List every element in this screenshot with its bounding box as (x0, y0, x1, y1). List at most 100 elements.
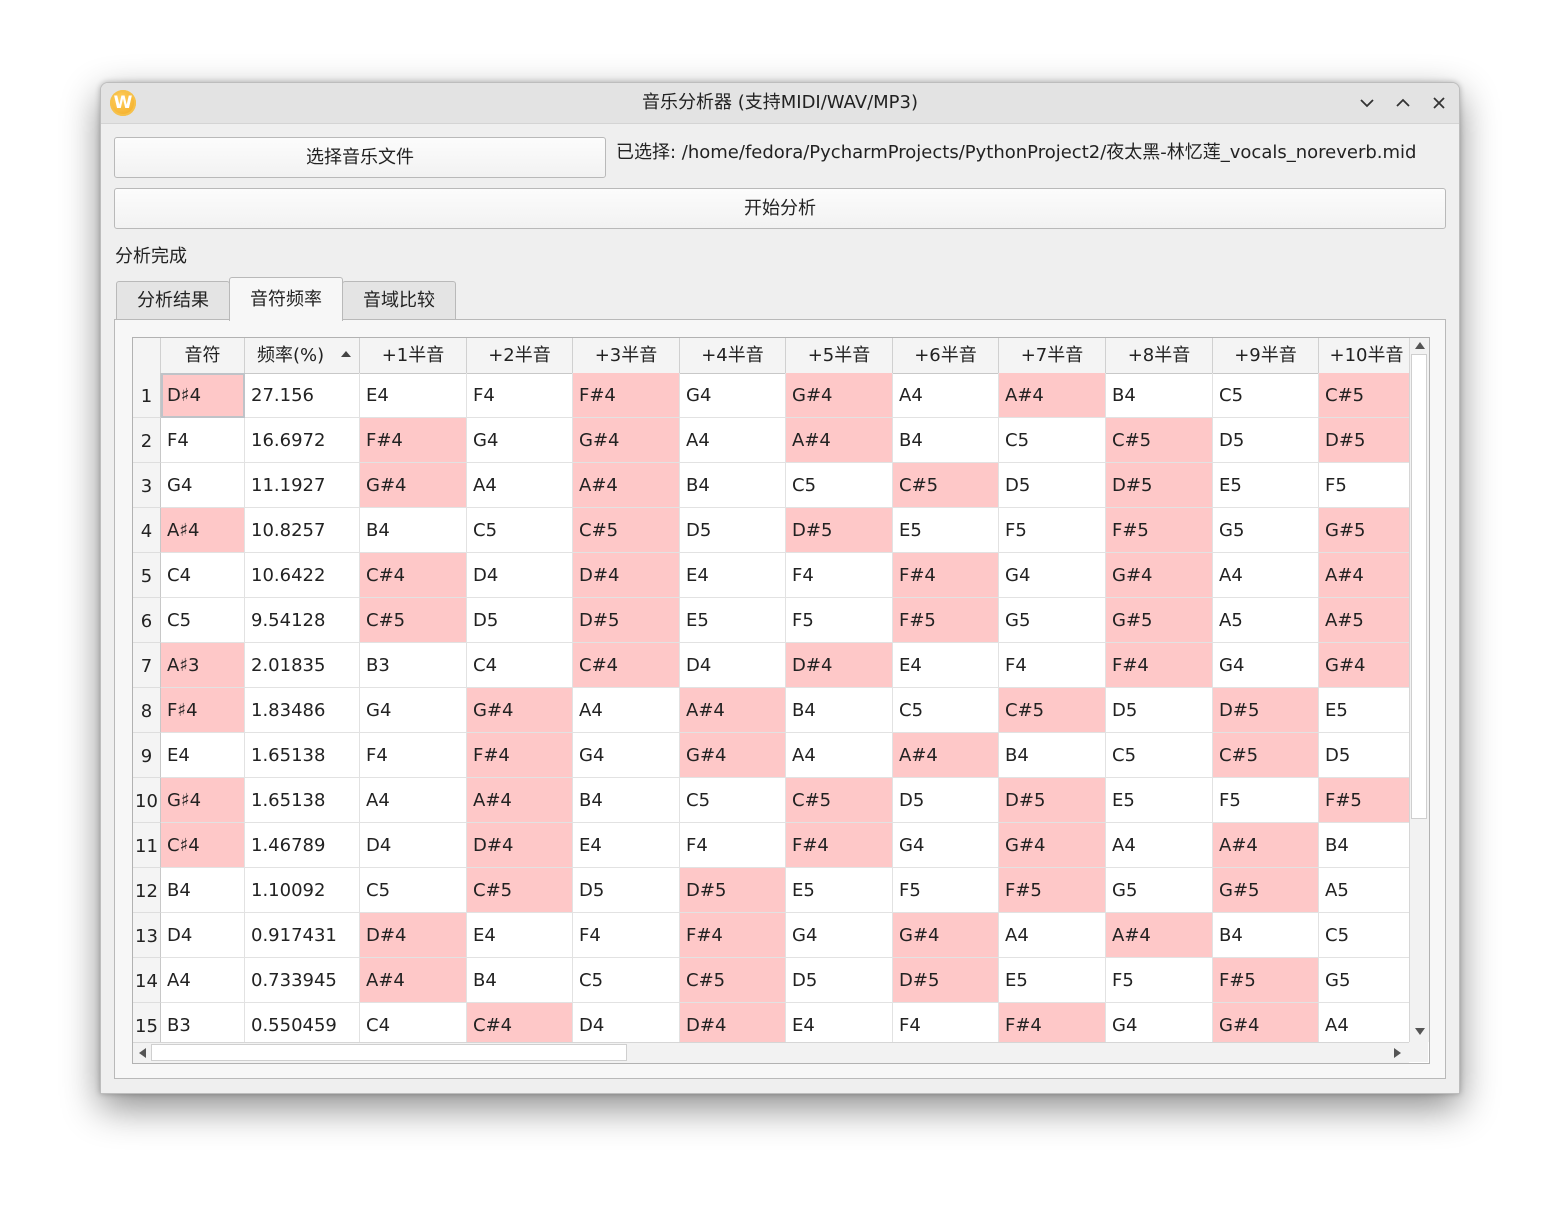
row-header[interactable]: 10 (133, 778, 161, 823)
note-cell[interactable]: D4 (161, 913, 245, 958)
transposed-note-cell[interactable]: D#4 (360, 913, 467, 958)
select-file-button[interactable]: 选择音乐文件 (114, 137, 606, 178)
tab-range-compare[interactable]: 音域比较 (342, 281, 456, 319)
scroll-down-arrow-icon[interactable] (1415, 1028, 1425, 1035)
transposed-note-cell[interactable]: D4 (467, 553, 573, 598)
frequency-cell[interactable]: 10.8257 (245, 508, 360, 553)
column-header[interactable]: +7半音 (999, 338, 1106, 373)
maximize-button[interactable] (1391, 91, 1415, 115)
scroll-up-arrow-icon[interactable] (1415, 342, 1425, 349)
transposed-note-cell[interactable]: D#5 (1319, 418, 1415, 463)
transposed-note-cell[interactable]: G4 (680, 373, 786, 418)
transposed-note-cell[interactable]: C5 (360, 868, 467, 913)
transposed-note-cell[interactable]: E5 (1319, 688, 1415, 733)
transposed-note-cell[interactable]: C5 (467, 508, 573, 553)
transposed-note-cell[interactable]: F4 (999, 643, 1106, 688)
transposed-note-cell[interactable]: D5 (893, 778, 999, 823)
transposed-note-cell[interactable]: B4 (999, 733, 1106, 778)
transposed-note-cell[interactable]: B4 (893, 418, 999, 463)
transposed-note-cell[interactable]: C#5 (1319, 373, 1415, 418)
frequency-cell[interactable]: 0.733945 (245, 958, 360, 1003)
transposed-note-cell[interactable]: E5 (1106, 778, 1213, 823)
row-header[interactable]: 12 (133, 868, 161, 913)
frequency-cell[interactable]: 27.156 (245, 373, 360, 418)
frequency-cell[interactable]: 1.10092 (245, 868, 360, 913)
row-header[interactable]: 2 (133, 418, 161, 463)
frequency-cell[interactable]: 0.917431 (245, 913, 360, 958)
horizontal-scrollbar[interactable] (133, 1042, 1409, 1063)
transposed-note-cell[interactable]: A4 (893, 373, 999, 418)
transposed-note-cell[interactable]: C#4 (573, 643, 680, 688)
transposed-note-cell[interactable]: C5 (786, 463, 893, 508)
transposed-note-cell[interactable]: F4 (680, 823, 786, 868)
row-header[interactable]: 14 (133, 958, 161, 1003)
transposed-note-cell[interactable]: D5 (680, 508, 786, 553)
frequency-table[interactable]: 音符 频率(%) +1半音 +2半音 +3半音 +4半音 +5半音 +6半音 +7半音 +8半音 +… (132, 337, 1430, 1064)
transposed-note-cell[interactable]: D#4 (573, 553, 680, 598)
column-header[interactable]: +8半音 (1106, 338, 1213, 373)
column-header[interactable]: +5半音 (786, 338, 893, 373)
transposed-note-cell[interactable]: F#4 (1106, 643, 1213, 688)
transposed-note-cell[interactable]: D5 (999, 463, 1106, 508)
transposed-note-cell[interactable]: G#5 (1319, 508, 1415, 553)
transposed-note-cell[interactable]: A#4 (573, 463, 680, 508)
transposed-note-cell[interactable]: E4 (680, 553, 786, 598)
transposed-note-cell[interactable]: F#4 (893, 553, 999, 598)
row-header[interactable]: 6 (133, 598, 161, 643)
transposed-note-cell[interactable]: G4 (999, 553, 1106, 598)
note-cell[interactable]: F4 (161, 418, 245, 463)
transposed-note-cell[interactable]: A#4 (680, 688, 786, 733)
transposed-note-cell[interactable]: C5 (1319, 913, 1415, 958)
transposed-note-cell[interactable]: B4 (1106, 373, 1213, 418)
close-button[interactable] (1427, 91, 1451, 115)
frequency-cell[interactable]: 9.54128 (245, 598, 360, 643)
note-cell[interactable]: D♯4 (161, 373, 245, 418)
transposed-note-cell[interactable]: D#5 (893, 958, 999, 1003)
note-cell[interactable]: F♯4 (161, 688, 245, 733)
vertical-scroll-thumb[interactable] (1411, 354, 1427, 819)
tab-note-frequency[interactable]: 音符频率 (229, 277, 343, 321)
column-header[interactable]: +2半音 (467, 338, 573, 373)
transposed-note-cell[interactable]: G4 (360, 688, 467, 733)
transposed-note-cell[interactable]: D5 (1213, 418, 1319, 463)
frequency-cell[interactable]: 16.6972 (245, 418, 360, 463)
transposed-note-cell[interactable]: D5 (1106, 688, 1213, 733)
transposed-note-cell[interactable]: G4 (467, 418, 573, 463)
tab-analysis-results[interactable]: 分析结果 (116, 281, 230, 319)
column-header[interactable]: 频率(%) (245, 338, 360, 373)
transposed-note-cell[interactable]: A4 (467, 463, 573, 508)
transposed-note-cell[interactable]: F#5 (999, 868, 1106, 913)
note-cell[interactable]: G♯4 (161, 778, 245, 823)
transposed-note-cell[interactable]: G#5 (1106, 598, 1213, 643)
transposed-note-cell[interactable]: G#4 (573, 418, 680, 463)
transposed-note-cell[interactable]: D#5 (1106, 463, 1213, 508)
transposed-note-cell[interactable]: C#4 (360, 553, 467, 598)
frequency-cell[interactable]: 1.65138 (245, 733, 360, 778)
start-analysis-button[interactable]: 开始分析 (114, 188, 1446, 229)
transposed-note-cell[interactable]: F#5 (893, 598, 999, 643)
transposed-note-cell[interactable]: G#4 (893, 913, 999, 958)
note-cell[interactable]: A♯4 (161, 508, 245, 553)
transposed-note-cell[interactable]: F#4 (360, 418, 467, 463)
transposed-note-cell[interactable]: A#4 (999, 373, 1106, 418)
transposed-note-cell[interactable]: F5 (1213, 778, 1319, 823)
transposed-note-cell[interactable]: B4 (1319, 823, 1415, 868)
transposed-note-cell[interactable]: F4 (360, 733, 467, 778)
transposed-note-cell[interactable]: D5 (1319, 733, 1415, 778)
transposed-note-cell[interactable]: F5 (786, 598, 893, 643)
row-header[interactable]: 5 (133, 553, 161, 598)
transposed-note-cell[interactable]: F5 (1106, 958, 1213, 1003)
transposed-note-cell[interactable]: G5 (1106, 868, 1213, 913)
transposed-note-cell[interactable]: G#4 (1106, 553, 1213, 598)
transposed-note-cell[interactable]: G#4 (1319, 643, 1415, 688)
row-header[interactable]: 1 (133, 373, 161, 418)
transposed-note-cell[interactable]: A#4 (360, 958, 467, 1003)
note-cell[interactable]: G4 (161, 463, 245, 508)
vertical-scrollbar[interactable] (1409, 338, 1429, 1042)
transposed-note-cell[interactable]: F4 (573, 913, 680, 958)
transposed-note-cell[interactable]: A#4 (1106, 913, 1213, 958)
transposed-note-cell[interactable]: A4 (360, 778, 467, 823)
transposed-note-cell[interactable]: G#4 (680, 733, 786, 778)
transposed-note-cell[interactable]: C5 (893, 688, 999, 733)
row-header[interactable]: 13 (133, 913, 161, 958)
